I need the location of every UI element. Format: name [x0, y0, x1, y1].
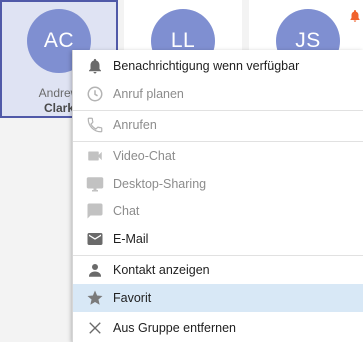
menu-item-label: Benachrichtigung wenn verfügbar — [113, 59, 300, 73]
menu-item-label: Kontakt anzeigen — [113, 263, 210, 277]
star-icon — [86, 289, 104, 307]
menu-item-label: Video-Chat — [113, 149, 176, 163]
notification-bell-icon — [350, 10, 360, 22]
menu-item-video-chat[interactable]: Video-Chat — [73, 142, 363, 170]
menu-item-schedule-call[interactable]: Anruf planen — [73, 80, 363, 108]
phone-icon — [86, 116, 104, 134]
menu-item-remove-from-group[interactable]: Aus Gruppe entfernen — [73, 314, 363, 342]
menu-item-email[interactable]: E-Mail — [73, 225, 363, 253]
menu-item-call[interactable]: Anrufen — [73, 111, 363, 139]
bell-icon — [86, 57, 104, 75]
menu-item-favorite[interactable]: Favorit — [73, 284, 363, 312]
menu-item-label: Favorit — [113, 291, 152, 305]
monitor-icon — [86, 175, 104, 193]
menu-item-view-contact[interactable]: Kontakt anzeigen — [73, 256, 363, 284]
menu-item-label: Anruf planen — [113, 87, 184, 101]
menu-item-desktop-sharing[interactable]: Desktop-Sharing — [73, 170, 363, 198]
menu-item-label: Aus Gruppe entfernen — [113, 321, 236, 335]
person-icon — [86, 261, 104, 279]
contacts-view: AC Andrew Clark LL JS Benachrichtigung w… — [0, 0, 363, 342]
menu-item-label: Desktop-Sharing — [113, 177, 207, 191]
video-camera-icon — [86, 147, 104, 165]
clock-icon — [86, 85, 104, 103]
menu-item-label: E-Mail — [113, 232, 149, 246]
menu-item-chat[interactable]: Chat — [73, 197, 363, 225]
menu-item-label: Anrufen — [113, 118, 157, 132]
close-icon — [86, 319, 104, 337]
menu-item-notify-when-available[interactable]: Benachrichtigung wenn verfügbar — [73, 52, 363, 80]
menu-item-label: Chat — [113, 204, 140, 218]
envelope-icon — [86, 230, 104, 248]
chat-bubble-icon — [86, 202, 104, 220]
context-menu: Benachrichtigung wenn verfügbar Anruf pl… — [72, 50, 363, 342]
